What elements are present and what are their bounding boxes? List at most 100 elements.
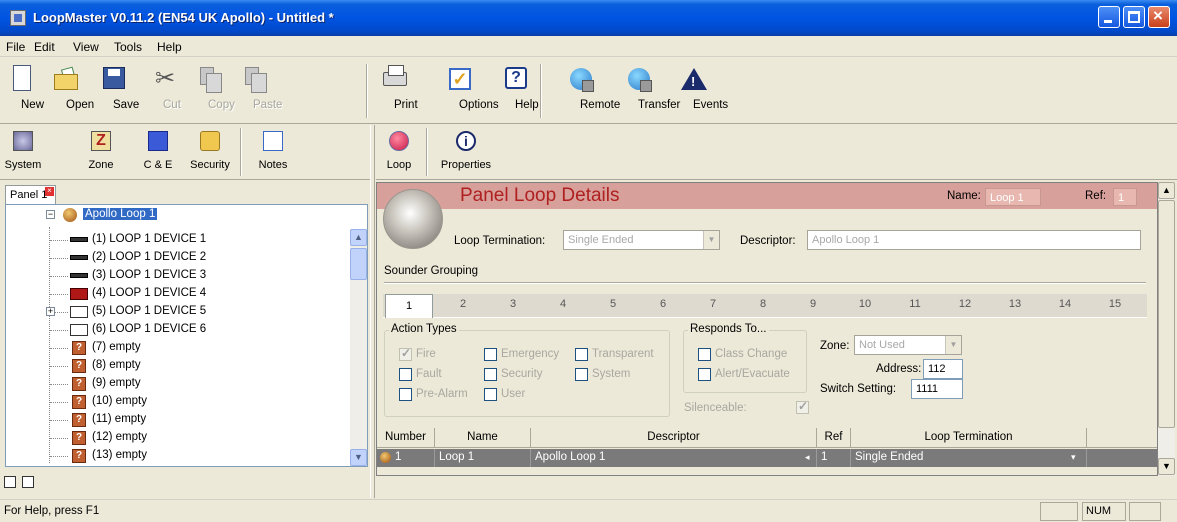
- table-row[interactable]: 1 Loop 1 Apollo Loop 1 ◂ 1 Single Ended …: [377, 449, 1157, 467]
- copy-button[interactable]: Copy: [188, 62, 235, 120]
- options-check-icon: ✓: [445, 64, 473, 94]
- descriptor-field[interactable]: Apollo Loop 1: [807, 230, 1141, 250]
- new-button[interactable]: New: [4, 62, 44, 120]
- scroll-up-icon[interactable]: ▲: [350, 229, 367, 246]
- title-bar: LoopMaster V0.11.2 (EN54 UK Apollo) - Un…: [0, 0, 1177, 36]
- menu-file[interactable]: File: [6, 40, 25, 54]
- loop-button[interactable]: Loop: [382, 128, 416, 178]
- ref-label: Ref:: [1085, 190, 1107, 202]
- system-button[interactable]: System: [3, 128, 43, 178]
- scroll-thumb[interactable]: [350, 248, 367, 280]
- loop-termination-select[interactable]: Single Ended ▼: [563, 230, 720, 250]
- tab-group-6[interactable]: 6: [639, 298, 687, 310]
- scroll-thumb[interactable]: [1158, 200, 1175, 428]
- tree-scrollbar[interactable]: ▲ ▼: [350, 229, 367, 466]
- notes-button[interactable]: Notes: [253, 128, 293, 178]
- menu-help[interactable]: Help: [157, 40, 182, 54]
- zone-button[interactable]: Z Zone: [84, 128, 118, 178]
- collapse-icon[interactable]: −: [46, 210, 55, 219]
- tab-group-12[interactable]: 12: [941, 298, 989, 310]
- paste-icon: [239, 64, 267, 94]
- cause-effect-button[interactable]: C & E: [138, 128, 178, 178]
- column-number[interactable]: Number: [377, 428, 435, 448]
- empty-slot-icon: ?: [72, 359, 86, 373]
- properties-button[interactable]: i Properties: [436, 128, 496, 178]
- expand-all-icon[interactable]: [4, 476, 16, 488]
- events-button[interactable]: Events: [671, 62, 728, 120]
- empty-slot-icon: ?: [72, 341, 86, 355]
- system-icon: [11, 129, 35, 153]
- pane-splitter[interactable]: [370, 125, 375, 498]
- name-field[interactable]: Loop 1: [985, 188, 1041, 206]
- remote-globe-icon: [566, 64, 594, 94]
- tab-group-7[interactable]: 7: [689, 298, 737, 310]
- chevron-down-icon[interactable]: ▾: [1071, 452, 1076, 463]
- switch-setting-field[interactable]: 1111: [911, 379, 963, 399]
- name-label: Name:: [947, 190, 981, 202]
- menu-bar: File Edit View Tools Help: [0, 36, 1177, 57]
- tab-group-11[interactable]: 11: [891, 298, 939, 310]
- save-button[interactable]: Save: [93, 62, 139, 120]
- column-name[interactable]: Name: [435, 428, 531, 448]
- toolbar-separator: [426, 128, 428, 176]
- device-icon: [70, 237, 88, 242]
- copy-icon: [194, 64, 222, 94]
- ref-field[interactable]: 1: [1113, 188, 1137, 206]
- minimize-button[interactable]: [1098, 6, 1120, 28]
- cell-termination: Single Ended: [851, 449, 1087, 467]
- loop-icon: [63, 208, 77, 222]
- help-button[interactable]: ? Help: [498, 62, 539, 120]
- tab-group-3[interactable]: 3: [489, 298, 537, 310]
- options-button[interactable]: ✓ Options: [434, 62, 499, 120]
- menu-view[interactable]: View: [73, 40, 99, 54]
- tab-group-13[interactable]: 13: [991, 298, 1039, 310]
- collapse-all-icon[interactable]: [22, 476, 34, 488]
- toolbar-separator: [366, 64, 368, 118]
- menu-tools[interactable]: Tools: [114, 40, 142, 54]
- chevron-down-icon[interactable]: ▼: [945, 336, 961, 354]
- save-disk-icon: [99, 64, 127, 94]
- lock-icon: [198, 129, 222, 153]
- paste-button[interactable]: Paste: [233, 62, 282, 120]
- menu-edit[interactable]: Edit: [34, 40, 55, 54]
- maximize-button[interactable]: [1123, 6, 1145, 28]
- tab-group-8[interactable]: 8: [739, 298, 787, 310]
- column-ref[interactable]: Ref: [817, 428, 851, 448]
- loop-icon: [387, 129, 411, 153]
- chevron-down-icon[interactable]: ▼: [703, 231, 719, 249]
- cell-name: Loop 1: [435, 449, 531, 467]
- open-button[interactable]: Open: [46, 62, 94, 120]
- help-icon: ?: [501, 64, 529, 94]
- close-button[interactable]: ×: [1148, 6, 1170, 28]
- empty-slot-icon: ?: [72, 413, 86, 427]
- transfer-button[interactable]: Transfer: [610, 62, 680, 120]
- tab-group-1[interactable]: 1: [385, 294, 433, 318]
- column-loop-termination[interactable]: Loop Termination: [851, 428, 1087, 448]
- tab-group-2[interactable]: 2: [439, 298, 487, 310]
- tab-group-4[interactable]: 4: [539, 298, 587, 310]
- cell-edit-arrow-icon[interactable]: ◂: [805, 452, 810, 463]
- tab-group-14[interactable]: 14: [1041, 298, 1089, 310]
- print-button[interactable]: Print: [377, 62, 418, 120]
- tab-panel-1[interactable]: Panel 1 ×: [5, 185, 56, 205]
- scroll-down-icon[interactable]: ▼: [350, 449, 367, 466]
- security-button[interactable]: Security: [185, 128, 235, 178]
- sounder-group-tabs: 1 2 3 4 5 6 7 8 9 10 11 12 13 14 15: [383, 294, 1147, 318]
- address-field[interactable]: 112: [923, 359, 963, 379]
- details-scrollbar[interactable]: ▲ ▼: [1158, 182, 1175, 476]
- scroll-up-icon[interactable]: ▲: [1158, 182, 1175, 199]
- device-icon: [70, 255, 88, 260]
- cut-button[interactable]: ✂ Cut: [146, 62, 181, 120]
- app-icon[interactable]: [10, 10, 26, 26]
- scroll-down-icon[interactable]: ▼: [1158, 458, 1175, 475]
- remote-button[interactable]: Remote: [556, 62, 620, 120]
- tab-group-15[interactable]: 15: [1091, 298, 1139, 310]
- tab-group-5[interactable]: 5: [589, 298, 637, 310]
- responds-to-group: Responds To... Class Change Alert/Evacua…: [683, 323, 807, 393]
- tab-group-9[interactable]: 9: [789, 298, 837, 310]
- expand-icon[interactable]: +: [46, 307, 55, 316]
- zone-select[interactable]: Not Used ▼: [854, 335, 962, 355]
- column-descriptor[interactable]: Descriptor: [531, 428, 817, 448]
- tab-close-icon[interactable]: ×: [45, 187, 54, 196]
- tab-group-10[interactable]: 10: [841, 298, 889, 310]
